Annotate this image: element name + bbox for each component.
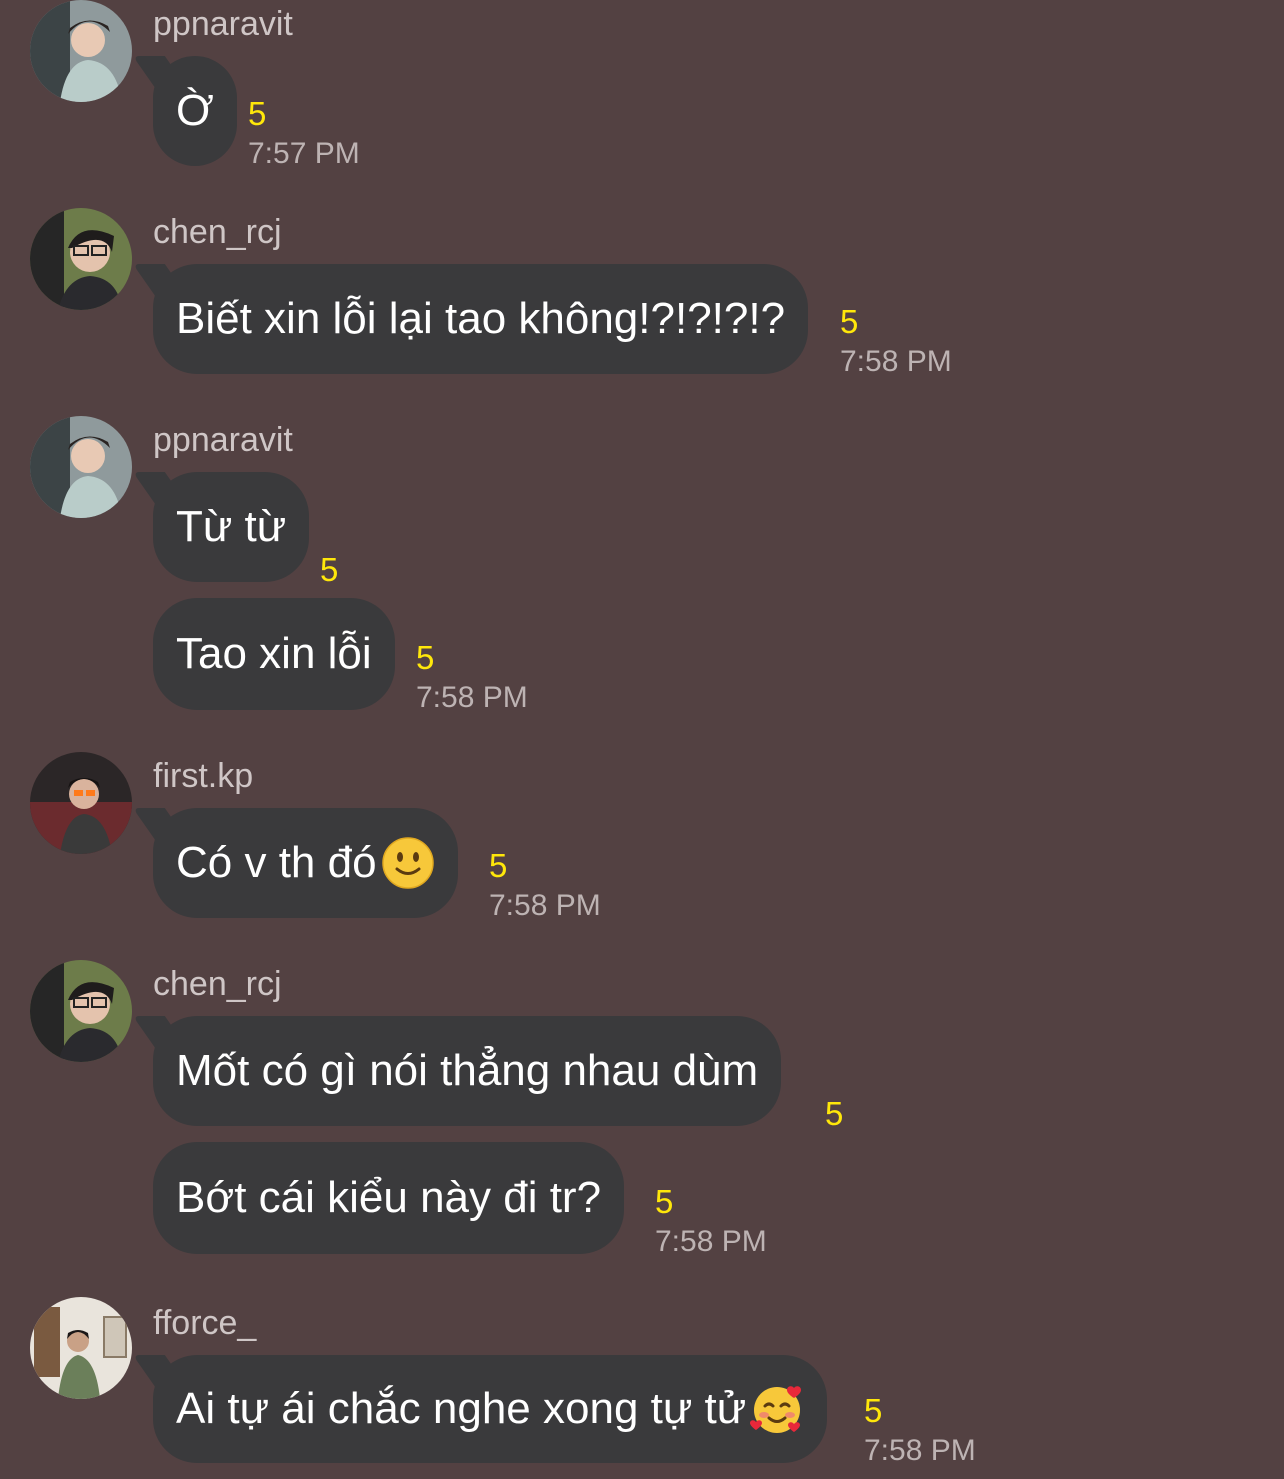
smiling-face-with-hearts-icon <box>750 1386 802 1433</box>
avatar[interactable] <box>30 0 132 102</box>
reaction-count: 5 <box>416 639 435 676</box>
message-text: Ai tự ái chắc nghe xong tự tử <box>176 1384 747 1433</box>
message-text: Ờ <box>176 86 214 135</box>
reaction-count: 5 <box>840 303 859 340</box>
message-bubble[interactable]: Bớt cái kiểu này đi tr? <box>153 1142 625 1254</box>
sender-name: ppnaravit <box>153 421 293 459</box>
reaction-count: 5 <box>320 551 339 588</box>
message-bubble[interactable]: Mốt có gì nói thẳng nhau dùm <box>153 1016 782 1126</box>
reaction-count: 5 <box>655 1183 674 1220</box>
avatar[interactable] <box>30 208 132 310</box>
timestamp: 7:58 PM <box>655 1225 767 1258</box>
message-bubble[interactable]: Biết xin lỗi lại tao không!?!?!?!? <box>153 264 809 374</box>
profile-photo-icon <box>30 1297 132 1399</box>
message-bubble[interactable]: Từ từ <box>153 472 310 582</box>
avatar[interactable] <box>30 960 132 1062</box>
profile-photo-icon <box>30 416 132 518</box>
avatar[interactable] <box>30 752 132 854</box>
message-text: Từ từ <box>176 502 287 551</box>
reaction-count: 5 <box>248 95 267 132</box>
profile-photo-icon <box>30 0 132 102</box>
sender-name: chen_rcj <box>153 213 282 251</box>
message-text: Biết xin lỗi lại tao không!?!?!?!? <box>176 294 786 343</box>
message-text: Mốt có gì nói thẳng nhau dùm <box>176 1046 759 1095</box>
profile-photo-icon <box>30 960 132 1062</box>
timestamp: 7:58 PM <box>416 681 528 714</box>
avatar[interactable] <box>30 1297 132 1399</box>
timestamp: 7:58 PM <box>864 1434 976 1467</box>
profile-photo-icon <box>30 208 132 310</box>
message-bubble[interactable]: Có v th đó <box>153 808 458 918</box>
message-bubble[interactable]: Ai tự ái chắc nghe xong tự tử <box>153 1355 828 1463</box>
avatar[interactable] <box>30 416 132 518</box>
message-text: Bớt cái kiểu này đi tr? <box>176 1173 602 1222</box>
timestamp: 7:57 PM <box>248 137 360 170</box>
sender-name: ppnaravit <box>153 5 293 43</box>
profile-photo-icon <box>30 752 132 854</box>
slightly-smiling-face-icon <box>381 837 434 889</box>
reaction-count: 5 <box>489 847 508 884</box>
message-bubble[interactable]: Ờ <box>153 56 237 166</box>
timestamp: 7:58 PM <box>840 345 952 378</box>
sender-name: fforce_ <box>153 1304 257 1342</box>
reaction-count: 5 <box>825 1095 844 1132</box>
reaction-count: 5 <box>864 1392 883 1429</box>
sender-name: chen_rcj <box>153 965 282 1003</box>
message-text: Tao xin lỗi <box>176 629 372 678</box>
message-bubble[interactable]: Tao xin lỗi <box>153 598 395 710</box>
timestamp: 7:58 PM <box>489 889 601 922</box>
message-text: Có v th đó <box>176 838 377 887</box>
sender-name: first.kp <box>153 757 254 795</box>
